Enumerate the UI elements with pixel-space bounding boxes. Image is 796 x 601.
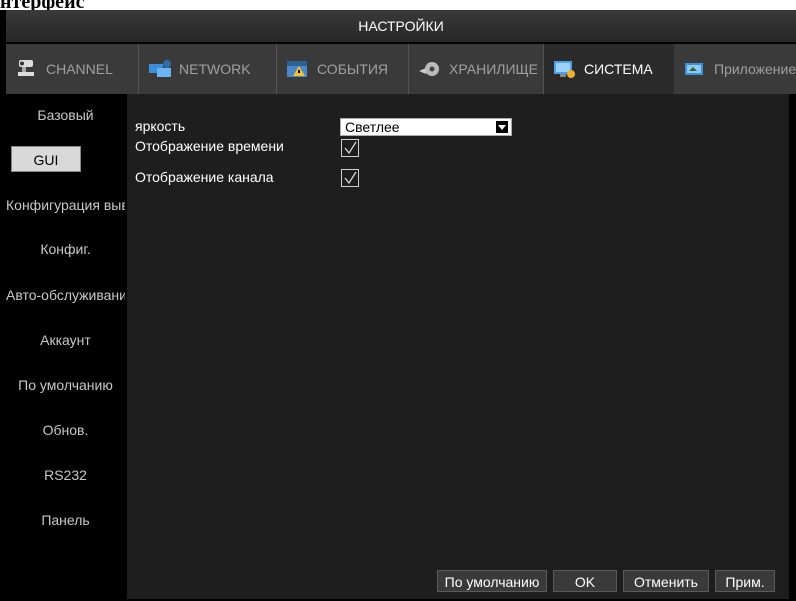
sidebar-item-output-config[interactable]: Конфигурация вывода bbox=[6, 192, 125, 218]
channel-display-checkbox[interactable] bbox=[341, 169, 359, 187]
storage-icon bbox=[417, 58, 443, 80]
tab-label: CHANNEL bbox=[46, 61, 113, 77]
chevron-down-icon bbox=[496, 121, 508, 133]
ok-button[interactable]: OK bbox=[553, 570, 617, 592]
cancel-button[interactable]: Отменить bbox=[623, 570, 709, 592]
channel-display-label: Отображение канала bbox=[135, 169, 274, 185]
settings-panel: яркость Светлее Отображение времени Отоб… bbox=[127, 94, 789, 599]
sidebar-item-basic[interactable]: Базовый bbox=[6, 102, 125, 128]
tab-label: СИСТЕМА bbox=[584, 61, 653, 77]
tab-channel[interactable]: CHANNEL bbox=[6, 44, 139, 94]
tab-events[interactable]: СОБЫТИЯ bbox=[277, 44, 409, 94]
brightness-select[interactable]: Светлее bbox=[340, 118, 512, 136]
default-button[interactable]: По умолчанию bbox=[437, 570, 547, 592]
tab-label: ХРАНИЛИЩЕ bbox=[449, 61, 538, 77]
settings-window: НАСТРОЙКИ CHANNEL NETWORK СОБЫТИЯ ХРАНИЛ… bbox=[0, 10, 796, 601]
time-display-checkbox[interactable] bbox=[341, 139, 359, 157]
tab-system[interactable]: СИСТЕМА bbox=[544, 44, 674, 94]
camera-icon bbox=[14, 58, 40, 80]
brightness-label: яркость bbox=[135, 118, 186, 134]
tab-label: Приложение bbox=[714, 61, 796, 77]
tab-network[interactable]: NETWORK bbox=[139, 44, 277, 94]
brightness-value: Светлее bbox=[345, 119, 400, 135]
sidebar: Базовый GUI Конфигурация вывода Конфиг. … bbox=[6, 94, 125, 601]
sidebar-item-config[interactable]: Конфиг. bbox=[6, 236, 125, 262]
sidebar-item-auto-maintenance[interactable]: Авто-обслуживание bbox=[6, 282, 125, 308]
sidebar-item-account[interactable]: Аккаунт bbox=[6, 327, 125, 353]
apps-icon bbox=[682, 58, 708, 80]
time-display-label: Отображение времени bbox=[135, 138, 284, 154]
apply-button[interactable]: Прим. bbox=[715, 570, 775, 592]
tab-label: СОБЫТИЯ bbox=[317, 61, 388, 77]
tab-label: NETWORK bbox=[179, 61, 251, 77]
tab-storage[interactable]: ХРАНИЛИЩЕ bbox=[409, 44, 544, 94]
window-title: НАСТРОЙКИ bbox=[6, 10, 796, 42]
system-icon bbox=[552, 58, 578, 80]
tab-bar: CHANNEL NETWORK СОБЫТИЯ ХРАНИЛИЩЕ СИСТЕМ… bbox=[6, 44, 796, 94]
tab-apps[interactable]: Приложение bbox=[674, 44, 796, 94]
sidebar-item-rs232[interactable]: RS232 bbox=[6, 462, 125, 488]
events-icon bbox=[285, 58, 311, 80]
sidebar-item-defaults[interactable]: По умолчанию bbox=[6, 372, 125, 398]
sidebar-item-panel[interactable]: Панель bbox=[6, 507, 125, 533]
sidebar-item-upgrade[interactable]: Обнов. bbox=[6, 417, 125, 443]
network-icon bbox=[147, 58, 173, 80]
sidebar-item-gui[interactable]: GUI bbox=[11, 146, 81, 172]
